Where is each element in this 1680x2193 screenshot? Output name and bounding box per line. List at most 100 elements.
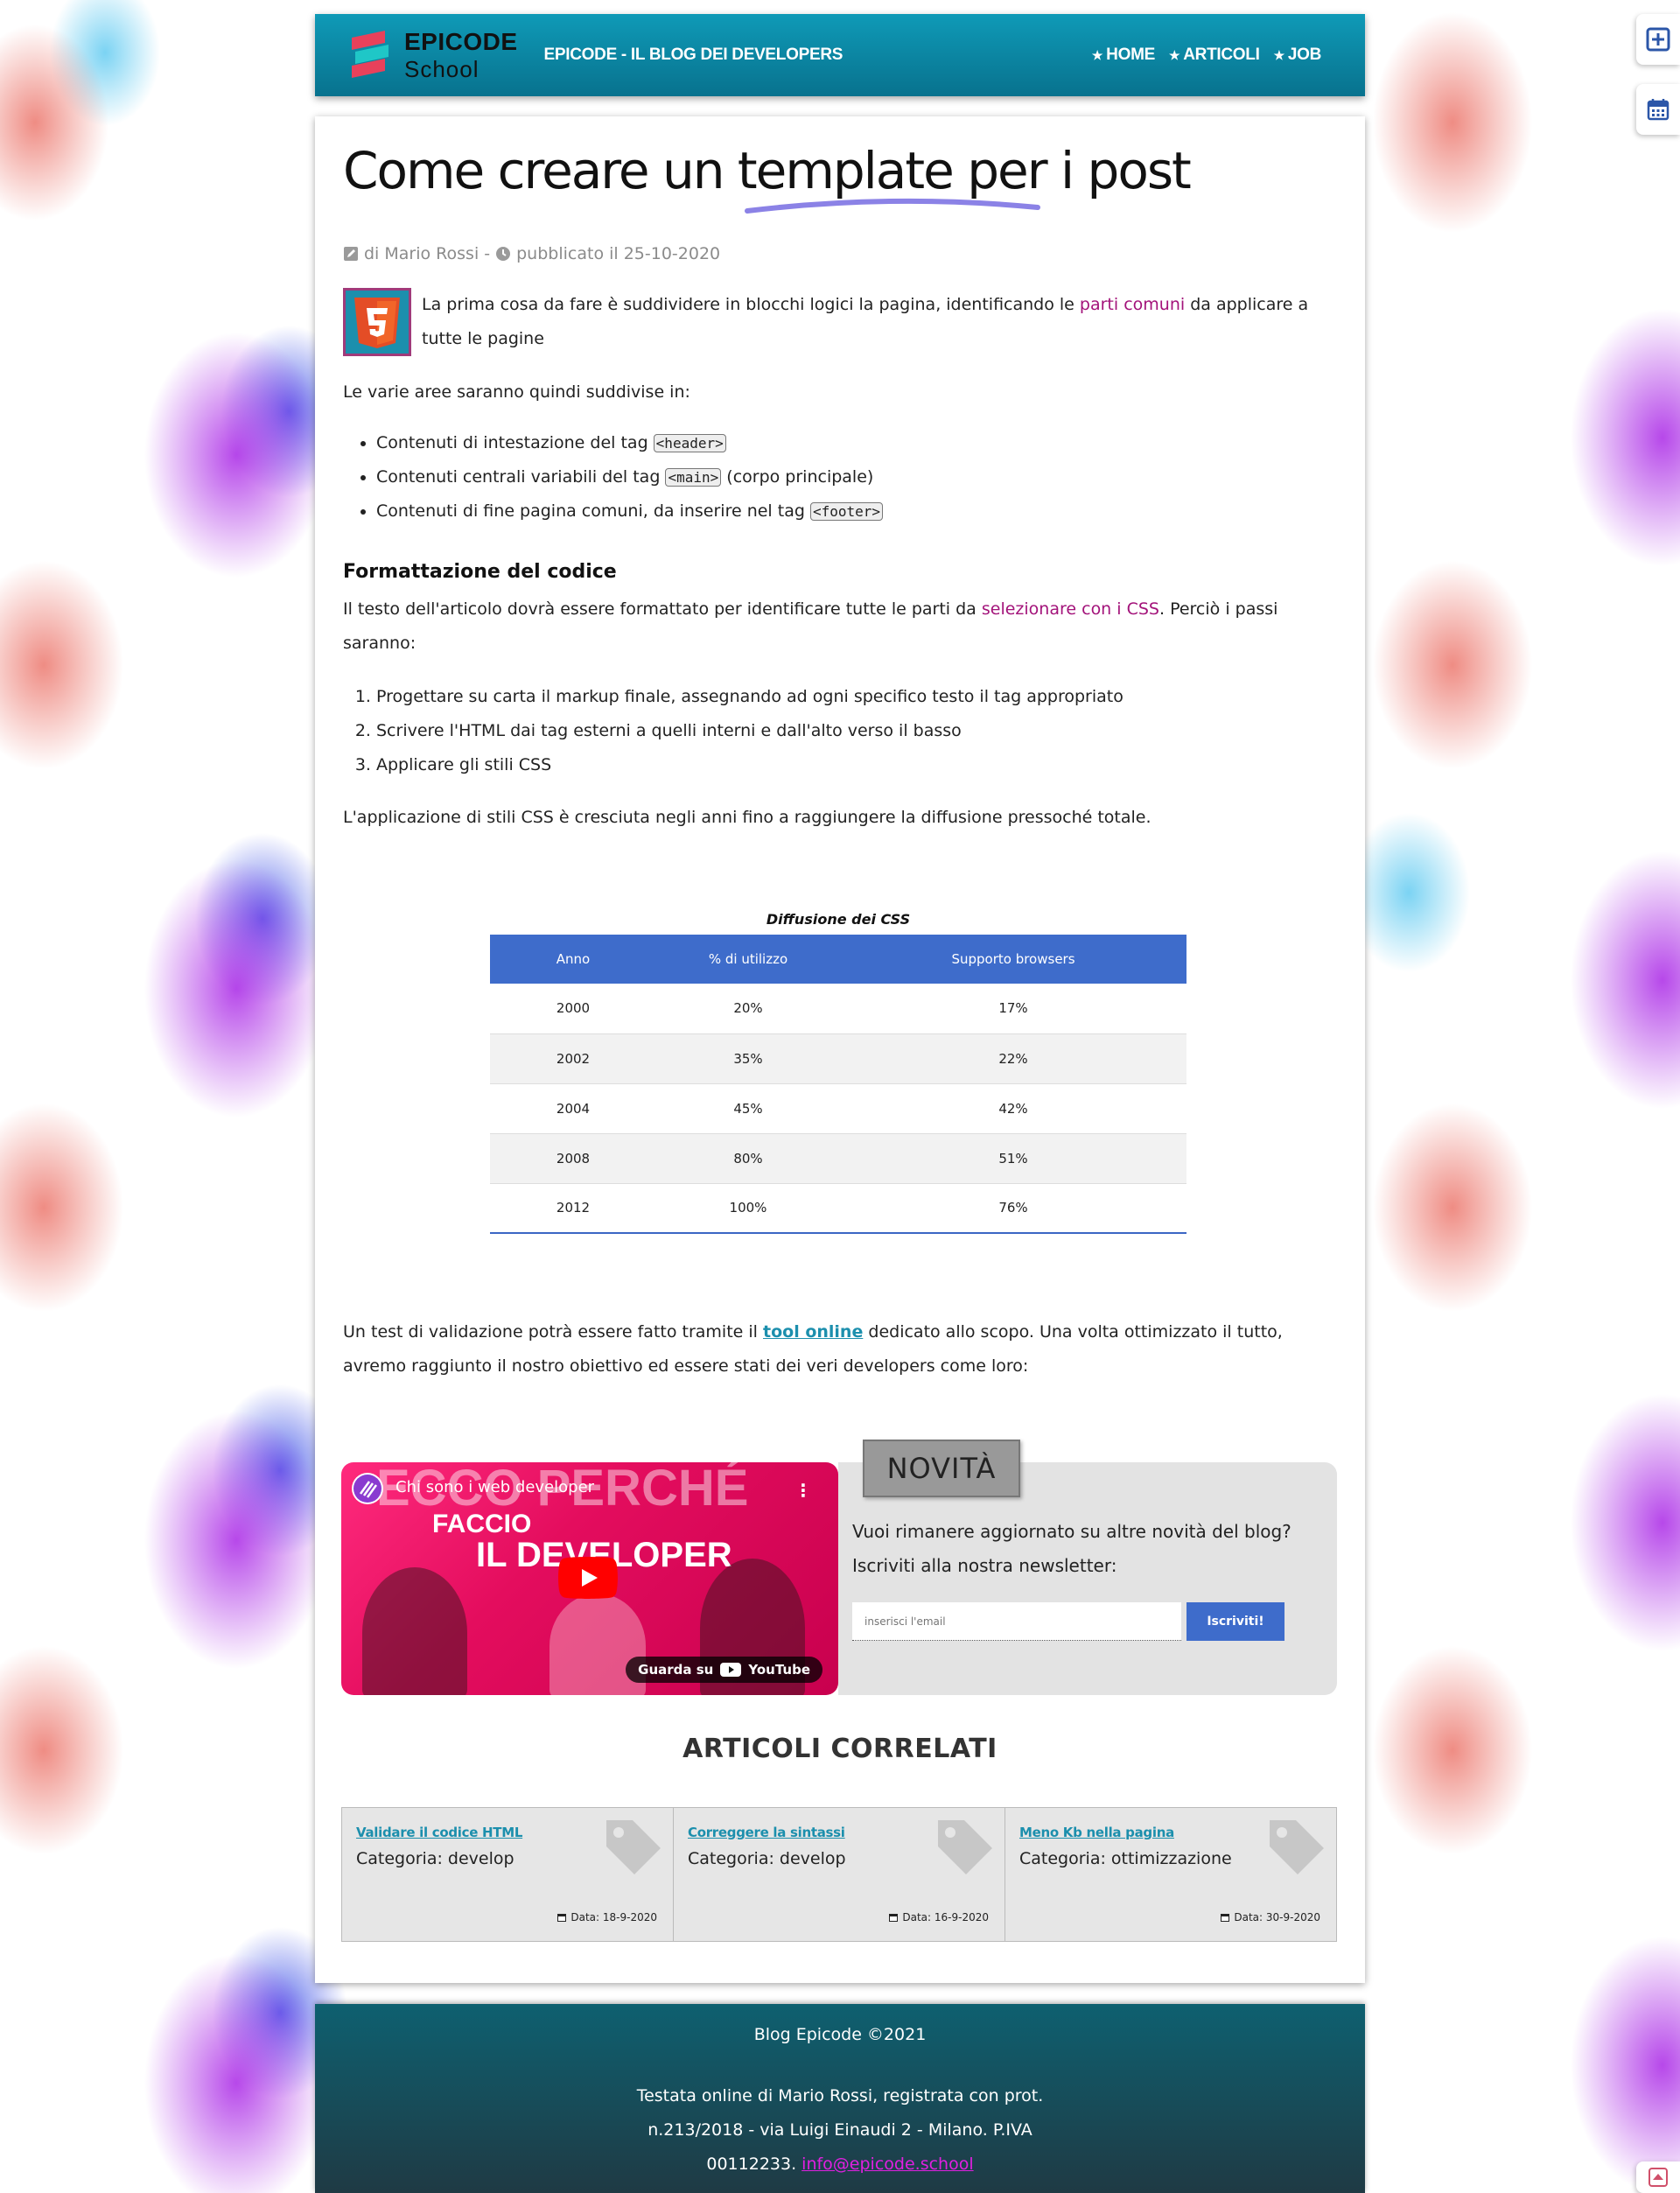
related-article-link[interactable]: Correggere la sintassi (688, 1825, 845, 1840)
star-icon: ★ (1091, 48, 1103, 62)
related-article-date-text: Data: 30-9-2020 (1234, 1911, 1320, 1923)
footer-copyright: Blog Epicode ©2021 (753, 2025, 927, 2044)
table-cell: 100% (729, 1200, 767, 1216)
table-cell: 2002 (490, 1033, 656, 1084)
article-meta: di Mario Rossi - pubblicato il 25-10-202… (343, 244, 720, 263)
watch-on-youtube-button[interactable]: Guarda su YouTube (626, 1657, 822, 1683)
table-cell: 45% (733, 1100, 763, 1117)
back-to-top-button[interactable] (1636, 2161, 1680, 2193)
code-tag: <header> (653, 434, 726, 452)
presenter-left (362, 1567, 467, 1695)
logo-subtitle: School (404, 56, 480, 82)
list-item: Contenuti di intestazione del tag <heade… (376, 426, 883, 460)
channel-logo-icon (354, 1475, 382, 1503)
article-author: di Mario Rossi - (364, 244, 491, 263)
areas-list: Contenuti di intestazione del tag <heade… (376, 426, 884, 529)
article-card: Come creare un template per i post di Ma… (315, 116, 1365, 1983)
related-article-date: Data: 16-9-2020 (888, 1911, 989, 1923)
table-cell: 2008 (490, 1132, 656, 1184)
novita-badge: NOVITÀ (863, 1440, 1020, 1497)
table-cell: 42% (998, 1100, 1028, 1117)
related-article-link[interactable]: Meno Kb nella pagina (1019, 1825, 1174, 1840)
list-item-text: Contenuti di intestazione del tag (376, 433, 648, 452)
star-icon: ★ (1168, 48, 1180, 62)
table-cell: 22% (840, 1033, 1186, 1084)
more-options-icon[interactable]: ⋮ (794, 1480, 812, 1501)
steps-list: Progettare su carta il markup finale, as… (376, 680, 1124, 782)
table-cell: 2012 (556, 1200, 591, 1216)
list-item: Scrivere l'HTML dai tag esterni a quelli… (376, 714, 1124, 748)
related-article-date-text: Data: 18-9-2020 (570, 1911, 657, 1923)
calendar-icon (1221, 1914, 1230, 1922)
main-nav: ★ HOME ★ ARTICOLI ★ JOB (1092, 46, 1321, 65)
table-cell: 76% (998, 1200, 1028, 1216)
list-item-text: Contenuti di fine pagina comuni, da inse… (376, 501, 805, 521)
video-title[interactable]: Chi sono i web developer (396, 1478, 594, 1496)
related-articles: Validare il codice HTML Categoria: devel… (341, 1807, 1337, 1942)
table-row: 2000 20% 17% (490, 984, 1186, 1033)
nav-home-label: HOME (1106, 46, 1155, 64)
channel-avatar[interactable] (352, 1473, 383, 1504)
related-articles-title: ARTICOLI CORRELATI (682, 1734, 998, 1764)
youtube-video-embed[interactable]: ECCO PERCHÉ FACCIO IL DEVELOPER Chi sono… (341, 1462, 838, 1695)
tag-icon (938, 1820, 992, 1874)
table-header: Supporto browsers (840, 935, 1186, 984)
list-item: Contenuti di fine pagina comuni, da inse… (376, 494, 884, 529)
site-footer: Blog Epicode ©2021 Testata online di Mar… (315, 2004, 1365, 2193)
footer-legal: Testata online di Mario Rossi, registrat… (612, 2079, 1068, 2182)
table-caption: Diffusione dei CSS (766, 911, 911, 928)
clock-icon (496, 247, 511, 261)
related-article-card: Meno Kb nella pagina Categoria: ottimizz… (1005, 1808, 1336, 1941)
related-article-link[interactable]: Validare il codice HTML (356, 1825, 522, 1840)
email-input[interactable] (852, 1602, 1181, 1641)
list-item: Contenuti centrali variabili del tag <ma… (376, 460, 883, 494)
table-header: Anno (490, 935, 656, 984)
article-date: pubblicato il 25-10-2020 (516, 244, 721, 263)
nav-home[interactable]: ★ HOME (1092, 46, 1155, 65)
tool-online-link[interactable]: tool online (763, 1322, 863, 1342)
nav-job-label: JOB (1287, 46, 1321, 64)
footer-email-link[interactable]: info@epicode.school (802, 2154, 973, 2174)
title-underline-decoration (745, 198, 1040, 214)
newsletter-box: NOVITÀ Vuoi rimanere aggiornato su altre… (838, 1440, 1337, 1695)
selezionare-css-link[interactable]: selezionare con i CSS (982, 599, 1159, 619)
areas-intro: Le varie aree saranno quindi suddivise i… (343, 382, 690, 402)
calendar-button[interactable] (1636, 84, 1680, 135)
tag-icon (606, 1820, 661, 1874)
validation-text-before: Un test di validazione potrà essere fatt… (343, 1322, 758, 1342)
subscribe-button[interactable]: Iscriviti! (1186, 1602, 1284, 1641)
site-header: EPICODE School EPICODE - IL BLOG DEI DEV… (315, 14, 1365, 96)
related-article-date: Data: 30-9-2020 (1220, 1911, 1320, 1923)
list-item: Applicare gli stili CSS (376, 748, 1124, 782)
table-row: 2008 80% 51% (490, 1132, 1186, 1184)
logo[interactable]: EPICODE School (350, 30, 518, 81)
related-article-card: Correggere la sintassi Categoria: develo… (674, 1808, 1005, 1941)
nav-job[interactable]: ★ JOB (1274, 46, 1322, 65)
parti-comuni-link[interactable]: parti comuni (1080, 295, 1185, 314)
watch-on-label: Guarda su (638, 1662, 714, 1678)
intro-text-before: La prima cosa da fare è suddividere in b… (422, 295, 1074, 314)
calendar-icon (1647, 99, 1670, 121)
video-overlay-line2: FACCIO (432, 1510, 532, 1538)
intro-block: La prima cosa da fare è suddividere in b… (343, 288, 1337, 356)
epicode-logo-icon (352, 31, 388, 78)
calendar-icon (889, 1914, 899, 1922)
list-item: Progettare su carta il markup finale, as… (376, 680, 1124, 714)
code-tag: <main> (665, 468, 722, 487)
related-article-card: Validare il codice HTML Categoria: devel… (342, 1808, 674, 1941)
table-cell: 2004 (556, 1100, 591, 1117)
list-item-note: (corpo principale) (726, 467, 874, 487)
related-article-date-text: Data: 16-9-2020 (902, 1911, 989, 1923)
table-row: 2004 45% 42% (490, 1083, 1186, 1133)
add-button[interactable] (1636, 14, 1680, 65)
nav-articoli[interactable]: ★ ARTICOLI (1169, 46, 1260, 65)
code-tag: <footer> (809, 502, 884, 521)
play-button-icon[interactable] (558, 1557, 618, 1599)
table-cell: 20% (733, 1000, 763, 1017)
css-growth-paragraph: L'applicazione di stili CSS è cresciuta … (343, 808, 1152, 827)
validation-paragraph: Un test di validazione potrà essere fatt… (343, 1315, 1337, 1384)
table-header: % di utilizzo (656, 935, 840, 984)
html5-logo (343, 288, 411, 356)
youtube-icon (720, 1663, 742, 1677)
format-heading: Formattazione del codice (343, 561, 617, 583)
